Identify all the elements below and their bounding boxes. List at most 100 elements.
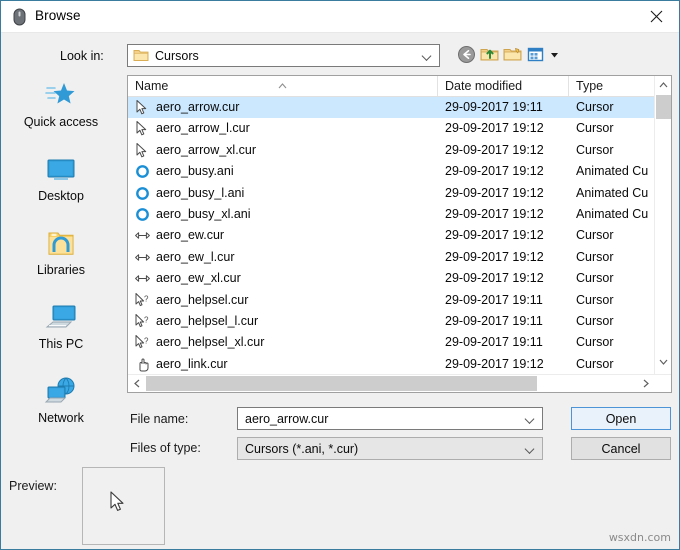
arrow-cursor-icon xyxy=(134,99,151,116)
look-in-label: Look in: xyxy=(60,49,104,63)
file-date-cell: 29-09-2017 19:12 xyxy=(445,228,544,242)
sidebar-item-network[interactable]: Network xyxy=(2,375,120,443)
file-type-cell: Cursor xyxy=(576,143,655,157)
busy-ring-icon xyxy=(134,206,151,223)
help-select-icon: ? xyxy=(134,313,151,330)
file-row[interactable]: aero_link.cur29-09-2017 19:12Cursor xyxy=(128,354,655,375)
star-icon xyxy=(44,79,78,113)
sidebar-label: Network xyxy=(2,411,120,425)
file-row[interactable]: aero_arrow_xl.cur 29-09-2017 19:12 Cursor xyxy=(128,140,655,161)
up-one-level-button[interactable] xyxy=(479,44,500,66)
file-row[interactable]: aero_arrow.cur 29-09-2017 19:11 Cursor xyxy=(128,97,655,118)
file-row[interactable]: ? aero_helpsel_xl.cur 29-09-2017 19:11 Curs… xyxy=(128,332,655,353)
file-date-cell: 29-09-2017 19:11 xyxy=(445,100,543,114)
sidebar-item-desktop[interactable]: Desktop xyxy=(2,153,120,221)
file-date-cell: 29-09-2017 19:12 xyxy=(445,357,544,371)
views-dropdown-button[interactable] xyxy=(548,44,561,66)
file-date-cell: 29-09-2017 19:12 xyxy=(445,250,544,264)
help-select-icon: ? xyxy=(134,292,151,309)
file-name-cell: aero_busy_xl.ani xyxy=(156,207,251,221)
file-row[interactable]: aero_busy.ani29-09-2017 19:12Animated Cu xyxy=(128,161,655,182)
cancel-button[interactable]: Cancel xyxy=(571,437,671,460)
sidebar-item-this-pc[interactable]: This PC xyxy=(2,301,120,369)
file-name-input[interactable]: aero_arrow.cur xyxy=(237,407,543,430)
file-name-cell: aero_ew_l.cur xyxy=(156,250,235,264)
busy-ring-icon xyxy=(134,185,151,202)
scroll-down-icon[interactable] xyxy=(655,353,672,370)
file-type-cell: Cursor xyxy=(576,293,655,307)
file-date-cell: 29-09-2017 19:12 xyxy=(445,143,544,157)
back-button[interactable] xyxy=(456,44,477,66)
column-header-type[interactable]: Type xyxy=(569,76,655,96)
file-type-cell: Cursor xyxy=(576,121,655,135)
arrow-cursor-icon xyxy=(134,120,151,137)
vertical-scrollbar-thumb[interactable] xyxy=(656,95,671,119)
file-type-cell: Cursor xyxy=(576,335,655,349)
window-title: Browse xyxy=(35,8,81,23)
scroll-right-icon[interactable] xyxy=(637,375,654,392)
file-name-cell: aero_ew_xl.cur xyxy=(156,271,241,285)
file-type-cell: Animated Cu xyxy=(576,186,655,200)
file-name-cell: aero_arrow_l.cur xyxy=(156,121,250,135)
title-bar: Browse xyxy=(1,1,679,33)
network-globe-icon xyxy=(44,375,78,409)
chevron-down-icon[interactable] xyxy=(526,414,535,423)
file-type-cell: Cursor xyxy=(576,228,655,242)
file-name-label: File name: xyxy=(130,412,188,426)
help-select-icon: ? xyxy=(134,334,151,351)
arrow-cursor-icon xyxy=(109,491,126,513)
scroll-left-icon[interactable] xyxy=(128,375,145,392)
vertical-scrollbar[interactable] xyxy=(654,76,671,392)
mouse-cursor-icon xyxy=(11,8,28,26)
open-button[interactable]: Open xyxy=(571,407,671,430)
file-date-cell: 29-09-2017 19:11 xyxy=(445,335,543,349)
resize-ew-icon xyxy=(134,227,151,244)
column-header-date-modified[interactable]: Date modified xyxy=(438,76,569,96)
file-row[interactable]: aero_ew_xl.cur29-09-2017 19:12Cursor xyxy=(128,268,655,289)
file-row[interactable]: aero_busy_xl.ani29-09-2017 19:12Animated… xyxy=(128,204,655,225)
close-button[interactable] xyxy=(633,1,679,32)
file-type-cell: Cursor xyxy=(576,314,655,328)
file-date-cell: 29-09-2017 19:12 xyxy=(445,186,544,200)
file-list-rows[interactable]: aero_arrow.cur29-09-2017 19:11Cursoraero… xyxy=(128,97,655,377)
sidebar-label: This PC xyxy=(2,337,120,351)
browse-dialog: Browse Look in: Cursors xyxy=(0,0,680,550)
horizontal-scrollbar[interactable] xyxy=(128,374,671,392)
preview-label: Preview: xyxy=(9,479,57,493)
chevron-down-icon[interactable] xyxy=(526,444,535,453)
file-row[interactable]: ?aero_helpsel_l.cur29-09-2017 19:11Curso… xyxy=(128,311,655,332)
files-of-type-combo[interactable]: Cursors (*.ani, *.cur) xyxy=(237,437,543,460)
horizontal-scrollbar-thumb[interactable] xyxy=(146,376,537,391)
look-in-value: Cursors xyxy=(155,49,199,63)
file-row[interactable]: aero_arrow_l.cur29-09-2017 19:12Cursor xyxy=(128,118,655,139)
svg-text:?: ? xyxy=(144,337,149,346)
new-folder-button[interactable] xyxy=(502,44,523,66)
scroll-up-icon[interactable] xyxy=(655,76,672,93)
file-row[interactable]: aero_busy_l.ani29-09-2017 19:12Animated … xyxy=(128,183,655,204)
file-name-cell: aero_helpsel_xl.cur xyxy=(156,335,264,349)
file-type-cell: Cursor xyxy=(576,357,655,371)
resize-ew-icon xyxy=(134,249,151,266)
look-in-combo[interactable]: Cursors xyxy=(127,44,440,67)
resize-ew-icon xyxy=(134,270,151,287)
dialog-toolbar xyxy=(456,44,563,67)
svg-text:?: ? xyxy=(144,294,149,303)
file-name-cell: aero_helpsel.cur xyxy=(156,293,248,307)
svg-text:?: ? xyxy=(144,315,149,324)
file-date-cell: 29-09-2017 19:11 xyxy=(445,314,543,328)
file-name-cell: aero_ew.cur xyxy=(156,228,224,242)
sidebar-label: Quick access xyxy=(2,115,120,129)
file-name-cell: aero_arrow_xl.cur xyxy=(156,143,256,157)
views-button[interactable] xyxy=(525,44,546,66)
file-row[interactable]: ?aero_helpsel.cur29-09-2017 19:11Cursor xyxy=(128,290,655,311)
file-name-cell: aero_arrow.cur xyxy=(156,100,239,114)
file-list[interactable]: Name Date modified Type aero_arrow.cur29… xyxy=(127,75,672,393)
sidebar-item-quick-access[interactable]: Quick access xyxy=(2,79,120,147)
file-type-cell: Cursor xyxy=(576,100,655,114)
file-row[interactable]: aero_ew.cur 29-09-2017 19:12 Cursor xyxy=(128,225,655,246)
sidebar-label: Desktop xyxy=(2,189,120,203)
file-date-cell: 29-09-2017 19:12 xyxy=(445,207,544,221)
sidebar-item-libraries[interactable]: Libraries xyxy=(2,227,120,295)
file-type-cell: Animated Cu xyxy=(576,164,655,178)
file-row[interactable]: aero_ew_l.cur29-09-2017 19:12Cursor xyxy=(128,247,655,268)
